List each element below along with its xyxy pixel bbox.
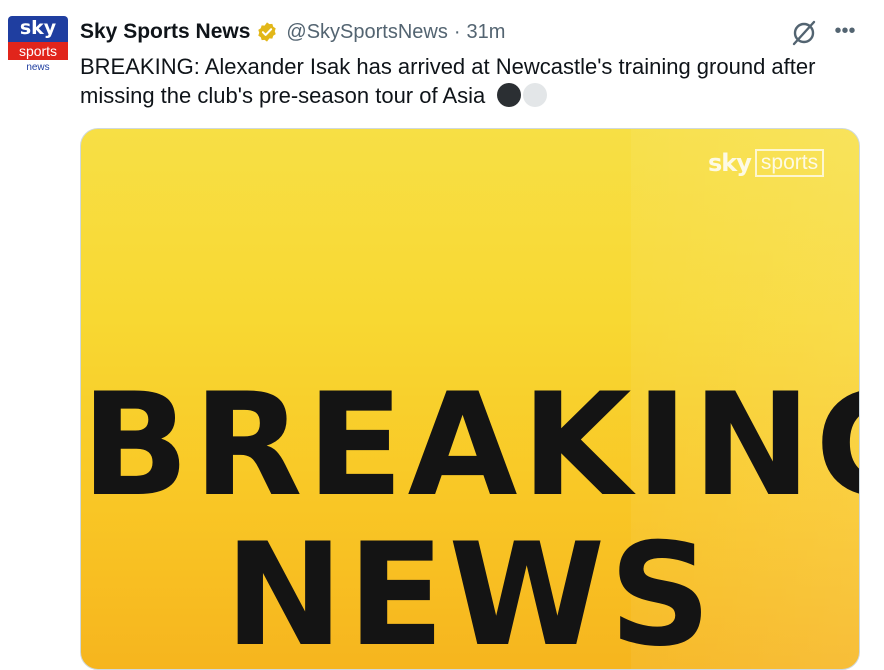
sky-sports-logo: sky sports <box>708 149 825 177</box>
display-name[interactable]: Sky Sports News <box>80 20 250 44</box>
handle[interactable]: @SkySportsNews <box>286 21 447 44</box>
verified-badge-icon[interactable] <box>256 21 278 43</box>
black-circle-icon <box>497 83 522 107</box>
tweet-image[interactable]: sky sports BREAKING NEWS <box>80 128 860 670</box>
more-icon[interactable]: ••• <box>832 18 858 46</box>
logo-sky-text: sky <box>708 149 752 177</box>
timestamp[interactable]: 31m <box>467 21 506 44</box>
separator: · <box>453 20 461 43</box>
tweet-body: BREAKING: Alexander Isak has arrived at … <box>80 54 816 108</box>
white-circle-icon <box>523 83 548 107</box>
tweet[interactable]: sky sports news Sky Sports News @SkySpor… <box>0 0 884 670</box>
grok-icon[interactable] <box>790 19 818 47</box>
avatar-sky-text: sky <box>8 16 68 42</box>
logo-sports-text: sports <box>754 149 825 177</box>
headline-line-2: NEWS <box>224 513 716 670</box>
avatar-sports-text: sports <box>8 42 68 60</box>
tweet-text: BREAKING: Alexander Isak has arrived at … <box>80 52 870 110</box>
avatar[interactable]: sky sports news <box>8 16 68 76</box>
avatar-news-text: news <box>8 60 68 76</box>
headline-line-1: BREAKING <box>81 363 860 528</box>
tweet-header: Sky Sports News @SkySportsNews · 31m <box>80 18 505 46</box>
